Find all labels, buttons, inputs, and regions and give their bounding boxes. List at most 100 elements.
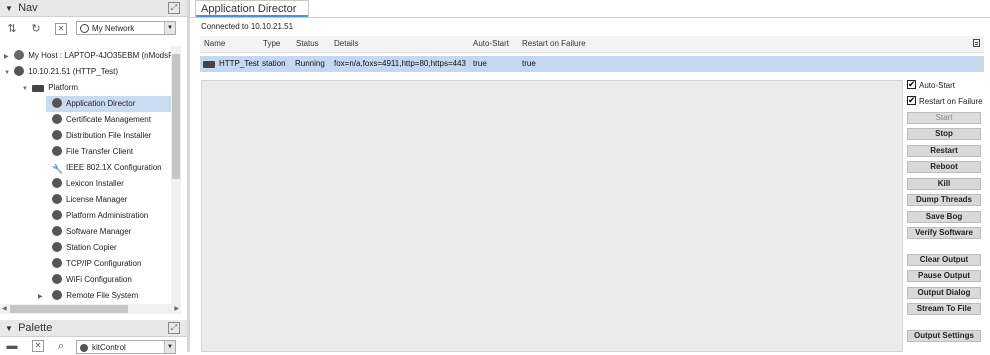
column-header-auto-start[interactable]: Auto-Start (473, 36, 509, 52)
tree-item-label: Application Director (66, 99, 136, 108)
save-bog-button[interactable]: Save Bog (907, 211, 981, 223)
table-header: Name Type Status Details Auto-Start Rest… (200, 36, 984, 53)
tree-item-label: Platform Administration (66, 211, 149, 220)
license-icon (52, 194, 62, 204)
nav-horizontal-scrollbar[interactable]: ◀ ▶ (0, 304, 181, 314)
chevron-down-icon[interactable]: ▼ (164, 341, 175, 353)
stop-button[interactable]: Stop (907, 128, 981, 140)
tree-item-platform[interactable]: ▼ Platform (22, 80, 78, 96)
nav-vertical-scrollbar[interactable] (171, 46, 181, 304)
chevron-down-icon[interactable]: ▼ (164, 22, 175, 34)
apps-table: Name Type Status Details Auto-Start Rest… (200, 36, 984, 72)
palette-toolbar: ▬ ✕ ⌕ kitControl ▼ (0, 337, 187, 354)
restart-on-failure-checkbox[interactable]: Restart on Failure (907, 94, 983, 108)
nav-header[interactable]: ▼ Nav ⤢ (0, 0, 187, 17)
clear-output-button[interactable]: Clear Output (907, 254, 981, 266)
maximize-icon[interactable]: ⤢ (168, 2, 180, 14)
tree-item-label: 10.10.21.51 (HTTP_Test) (28, 67, 119, 76)
sync-tree-icon[interactable]: ⇅ (6, 23, 18, 35)
tree-item-platform-administration[interactable]: Platform Administration (52, 208, 148, 224)
tree-item-wifi-configuration[interactable]: WiFi Configuration (52, 272, 132, 288)
restart-button[interactable]: Restart (907, 145, 981, 157)
pause-output-button[interactable]: Pause Output (907, 270, 981, 282)
tree-item-station[interactable]: ▼ 10.10.21.51 (HTTP_Test) (4, 64, 118, 80)
tree-item-tcpip-configuration[interactable]: TCP/IP Configuration (52, 256, 141, 272)
close-icon[interactable]: ✕ (32, 340, 44, 352)
tree-item-label: Certificate Management (66, 115, 151, 124)
tab-strip: Application Director (190, 0, 990, 18)
collapse-caret-icon[interactable]: ▼ (5, 1, 15, 17)
expand-arrow-icon[interactable]: ▶ (38, 289, 46, 304)
expand-arrow-icon[interactable]: ▶ (4, 49, 12, 65)
output-dialog-button[interactable]: Output Dialog (907, 287, 981, 299)
scrollbar-thumb[interactable] (172, 54, 180, 179)
palette-module-value: kitControl (92, 343, 126, 352)
close-icon[interactable]: ✕ (55, 23, 67, 35)
restart-on-failure-label: Restart on Failure (919, 97, 983, 106)
nav-title: Nav (18, 2, 38, 14)
palette-title: Palette (18, 322, 53, 334)
tree-item-label: File Transfer Client (66, 147, 134, 156)
open-folder-icon[interactable]: ▬ (6, 340, 18, 352)
checkbox-checked-icon[interactable] (907, 94, 916, 106)
output-area[interactable] (201, 80, 903, 352)
palette-header[interactable]: ▼ Palette ⤢ (0, 320, 187, 337)
tree-item-license-manager[interactable]: License Manager (52, 192, 127, 208)
start-button[interactable]: Start (907, 112, 981, 124)
copier-icon (52, 242, 62, 252)
dump-threads-button[interactable]: Dump Threads (907, 194, 981, 206)
maximize-icon[interactable]: ⤢ (168, 322, 180, 334)
software-icon (52, 226, 62, 236)
tree-item-software-manager[interactable]: Software Manager (52, 224, 131, 240)
collapse-caret-icon[interactable]: ▼ (5, 321, 15, 337)
verify-software-button[interactable]: Verify Software (907, 227, 981, 239)
tree-item-label: Platform (48, 83, 79, 92)
tree-item-label: Station Copier (66, 243, 117, 252)
transfer-icon (52, 146, 62, 156)
tree-item-ieee-config[interactable]: 🔧 IEEE 802.1X Configuration (52, 160, 162, 176)
platform-icon (32, 85, 45, 92)
lexicon-icon (52, 178, 62, 188)
main-view: Application Director Connected to 10.10.… (190, 0, 990, 352)
column-header-name[interactable]: Name (204, 36, 225, 52)
scroll-left-icon[interactable]: ◀ (2, 304, 7, 314)
auto-start-label: Auto-Start (919, 81, 956, 90)
collapse-arrow-icon[interactable]: ▼ (4, 65, 12, 81)
tree-item-label: License Manager (66, 195, 128, 204)
collapse-arrow-icon[interactable]: ▼ (22, 81, 30, 97)
tree-item-my-host[interactable]: ▶ My Host : LAPTOP-4JO35EBM (nModsRe (4, 48, 171, 64)
scroll-right-icon[interactable]: ▶ (174, 304, 179, 314)
tree-item-application-director[interactable]: Application Director (46, 96, 171, 112)
scrollbar-thumb[interactable] (10, 305, 128, 313)
tree-item-file-transfer-client[interactable]: File Transfer Client (52, 144, 133, 160)
wrench-icon: 🔧 (52, 164, 64, 174)
column-header-restart-on-failure[interactable]: Restart on Failure (522, 36, 586, 52)
network-select[interactable]: My Network ▼ (76, 21, 176, 35)
column-header-type[interactable]: Type (263, 36, 280, 52)
table-options-icon[interactable] (973, 39, 980, 47)
kill-button[interactable]: Kill (907, 178, 981, 190)
column-header-details[interactable]: Details (334, 36, 358, 52)
station-icon (203, 61, 215, 68)
tab-application-director[interactable]: Application Director (195, 0, 309, 17)
checkbox-checked-icon[interactable] (907, 78, 916, 90)
search-icon[interactable]: ⌕ (55, 340, 67, 352)
nav-pane: ▼ Nav ⤢ ⇅ ↻ ✕ My Network ▼ ▶ My Host : L… (0, 0, 187, 318)
table-row[interactable]: HTTP_Test station Running fox=n/a,foxs=4… (200, 56, 984, 72)
tree-item-remote-file-system[interactable]: ▶ Remote File System (38, 288, 138, 304)
connection-status: Connected to 10.10.21.51 (201, 22, 294, 31)
gear-icon (52, 98, 62, 108)
column-header-status[interactable]: Status (296, 36, 319, 52)
auto-start-checkbox[interactable]: Auto-Start (907, 78, 956, 92)
output-settings-button[interactable]: Output Settings (907, 330, 981, 342)
reboot-button[interactable]: Reboot (907, 161, 981, 173)
certificate-icon (52, 114, 62, 124)
stream-to-file-button[interactable]: Stream To File (907, 303, 981, 315)
refresh-icon[interactable]: ↻ (30, 23, 42, 35)
tree-item-label: Lexicon Installer (66, 179, 124, 188)
tree-item-certificate-management[interactable]: Certificate Management (52, 112, 151, 128)
tree-item-lexicon-installer[interactable]: Lexicon Installer (52, 176, 124, 192)
tree-item-label: Remote File System (66, 291, 139, 300)
tree-item-station-copier[interactable]: Station Copier (52, 240, 117, 256)
tree-item-distribution-file-installer[interactable]: Distribution File Installer (52, 128, 151, 144)
